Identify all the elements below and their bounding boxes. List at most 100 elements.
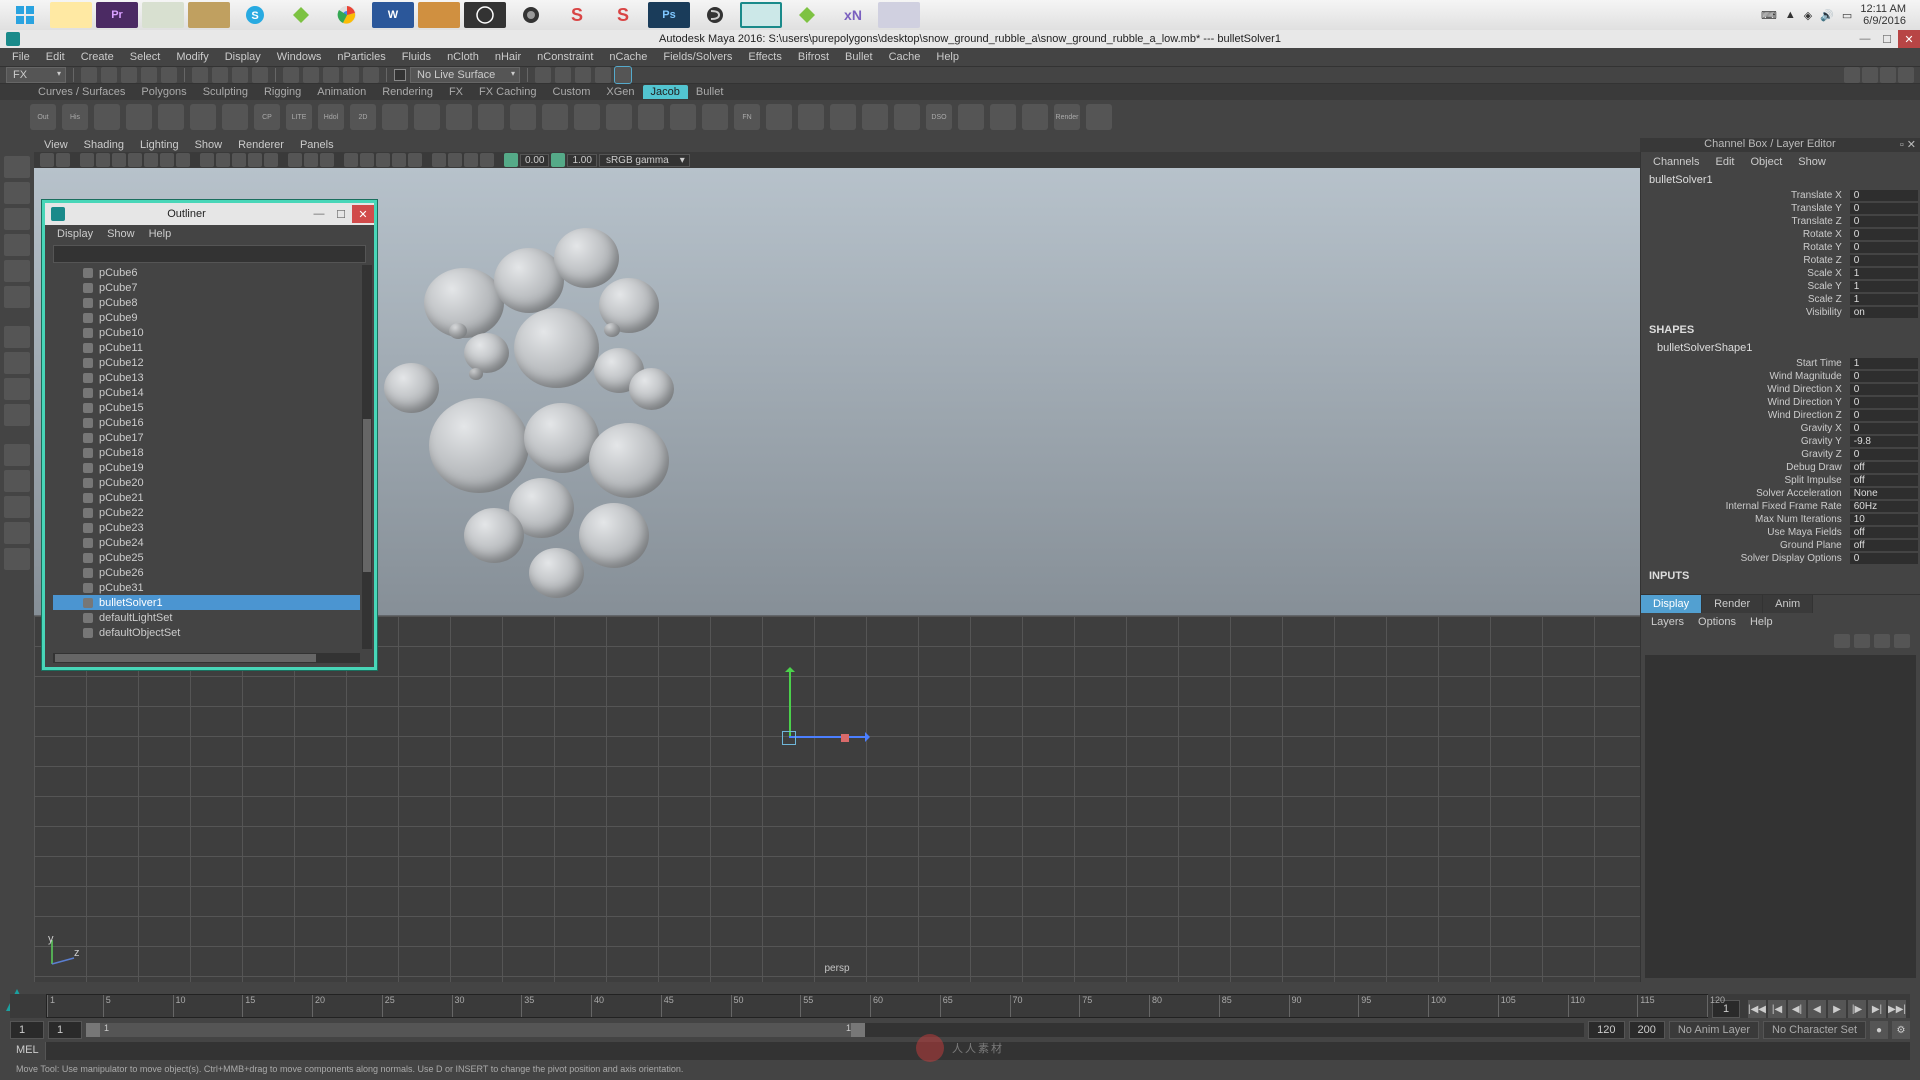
shelf-button-0[interactable]: Out <box>30 104 56 130</box>
app-zbrush[interactable] <box>694 2 736 28</box>
app-image[interactable] <box>188 2 230 28</box>
attr-value-field[interactable]: 1 <box>1850 268 1918 279</box>
outliner-item[interactable]: pCube17 <box>53 430 360 445</box>
mesh-blob[interactable] <box>464 333 509 373</box>
outliner-item[interactable]: pCube6 <box>53 265 360 280</box>
select-tool-icon[interactable] <box>4 156 30 178</box>
mask-mode-icon[interactable] <box>252 67 268 83</box>
maximize-button[interactable]: ☐ <box>1876 30 1898 48</box>
chbox-menu-show[interactable]: Show <box>1798 156 1826 168</box>
shelf-button-12[interactable] <box>414 104 440 130</box>
app-photoshop[interactable]: Ps <box>648 2 690 28</box>
anim-layer-dropdown[interactable]: No Anim Layer <box>1669 1021 1759 1039</box>
gamma-icon[interactable] <box>448 153 462 167</box>
graph-toggle-icon[interactable] <box>4 470 30 492</box>
construction-hist-icon[interactable] <box>535 67 551 83</box>
menu-nparticles[interactable]: nParticles <box>329 51 393 63</box>
shelf-tabs[interactable]: Curves / SurfacesPolygonsSculptingRiggin… <box>0 84 1920 100</box>
scrollbar-thumb[interactable] <box>55 654 316 662</box>
windows-taskbar[interactable]: Pr S W S S Ps xN ⌨ ▲ ◈ 🔊 ▭ 12:11 AM 6/9/… <box>0 0 1920 30</box>
snap-point-icon[interactable] <box>323 67 339 83</box>
live-surface-checkbox[interactable] <box>394 69 406 81</box>
channelbox-menubar[interactable]: ChannelsEditObjectShow <box>1641 152 1920 172</box>
shelf-tab-fx[interactable]: FX <box>441 85 471 99</box>
app-xn[interactable]: xN <box>832 2 874 28</box>
outliner-item[interactable]: pCube18 <box>53 445 360 460</box>
select-mode-icon[interactable] <box>192 67 208 83</box>
attr-value-field[interactable]: on <box>1850 307 1918 318</box>
outliner-item[interactable]: pCube31 <box>53 580 360 595</box>
light-icon-1[interactable] <box>344 153 358 167</box>
shelf-button-4[interactable] <box>158 104 184 130</box>
shelf-button-17[interactable] <box>574 104 600 130</box>
xray-joints-icon[interactable] <box>320 153 334 167</box>
character-set-dropdown[interactable]: No Character Set <box>1763 1021 1866 1039</box>
app-obs[interactable] <box>510 2 552 28</box>
start-button[interactable] <box>4 2 46 28</box>
attr-value-field[interactable]: 60Hz <box>1850 501 1918 512</box>
paint-mode-icon[interactable] <box>232 67 248 83</box>
menu-ncloth[interactable]: nCloth <box>439 51 487 63</box>
panel-menu-lighting[interactable]: Lighting <box>140 139 179 151</box>
two-pane-h-icon[interactable] <box>4 404 30 426</box>
shelf-button-28[interactable]: DSO <box>926 104 952 130</box>
shelf-button-7[interactable]: CP <box>254 104 280 130</box>
shelf-tab-rigging[interactable]: Rigging <box>256 85 309 99</box>
outliner-list[interactable]: pCube6pCube7pCube8pCube9pCube10pCube11pC… <box>53 265 360 649</box>
shelf-button-3[interactable] <box>126 104 152 130</box>
scale-tool-icon[interactable] <box>4 260 30 282</box>
outliner-item[interactable]: pCube13 <box>53 370 360 385</box>
mesh-blob[interactable] <box>629 368 674 410</box>
system-tray[interactable]: ⌨ ▲ ◈ 🔊 ▭ 12:11 AM 6/9/2016 <box>1761 3 1916 27</box>
mesh-blob[interactable] <box>384 363 439 413</box>
app-chrome[interactable] <box>326 2 368 28</box>
attr-value-field[interactable]: None <box>1850 488 1918 499</box>
attr-value-field[interactable]: off <box>1850 540 1918 551</box>
menu-bifrost[interactable]: Bifrost <box>790 51 837 63</box>
colorspace-dropdown[interactable]: sRGB gamma <box>599 154 690 167</box>
outliner-item[interactable]: pCube12 <box>53 355 360 370</box>
prefs-button[interactable]: ⚙ <box>1892 1021 1910 1039</box>
shelf-button-32[interactable]: Render <box>1054 104 1080 130</box>
shelf-button-16[interactable] <box>542 104 568 130</box>
window-titlebar[interactable]: Autodesk Maya 2016: S:\users\purepolygon… <box>0 30 1920 48</box>
snap-plane-icon[interactable] <box>343 67 359 83</box>
shelf-button-18[interactable] <box>606 104 632 130</box>
chbox-menu-channels[interactable]: Channels <box>1653 156 1699 168</box>
shelf-button-25[interactable] <box>830 104 856 130</box>
outliner-titlebar[interactable]: Outliner — ☐ ✕ <box>45 203 374 225</box>
menu-file[interactable]: File <box>4 51 38 63</box>
outliner-minimize-button[interactable]: — <box>308 205 330 223</box>
attr-value-field[interactable]: 0 <box>1850 242 1918 253</box>
snap-curve-icon[interactable] <box>303 67 319 83</box>
safe-title-icon[interactable] <box>176 153 190 167</box>
shelf-tab-sculpting[interactable]: Sculpting <box>195 85 256 99</box>
step-forward-button[interactable]: |▶ <box>1848 1000 1866 1018</box>
lasso-tool-icon[interactable] <box>4 182 30 204</box>
range-bar[interactable]: 1 120 <box>100 1023 865 1037</box>
redo-icon[interactable] <box>161 67 177 83</box>
attr-value-field[interactable]: 1 <box>1850 281 1918 292</box>
outliner-item[interactable]: pCube21 <box>53 490 360 505</box>
panel-menu-panels[interactable]: Panels <box>300 139 334 151</box>
outliner-item[interactable]: pCube26 <box>53 565 360 580</box>
outliner-item[interactable]: defaultLightSet <box>53 610 360 625</box>
shelf-button-19[interactable] <box>638 104 664 130</box>
attr-value-field[interactable]: 0 <box>1850 371 1918 382</box>
field-chart-icon[interactable] <box>144 153 158 167</box>
shelf-button-11[interactable] <box>382 104 408 130</box>
shelf-button-27[interactable] <box>894 104 920 130</box>
move-tool-icon[interactable] <box>4 208 30 230</box>
shelf-tab-xgen[interactable]: XGen <box>598 85 642 99</box>
keyboard-icon[interactable]: ⌨ <box>1761 9 1777 22</box>
panel-layout-4-icon[interactable] <box>1898 67 1914 83</box>
layer-menu-help[interactable]: Help <box>1750 616 1773 628</box>
shelf-button-30[interactable] <box>990 104 1016 130</box>
layer-list[interactable] <box>1645 655 1916 978</box>
shape-attributes[interactable]: Start Time1Wind Magnitude0Wind Direction… <box>1641 356 1920 566</box>
layer-icon-2[interactable] <box>1854 634 1870 648</box>
grid-toggle-icon[interactable] <box>464 153 478 167</box>
range-start-outer[interactable]: 1 <box>10 1021 44 1039</box>
layer-menu-layers[interactable]: Layers <box>1651 616 1684 628</box>
undo-icon[interactable] <box>141 67 157 83</box>
